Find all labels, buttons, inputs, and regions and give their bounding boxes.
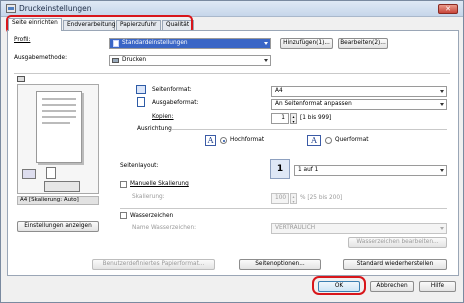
copies-range: [1 bis 999] (300, 115, 332, 121)
output-format-select[interactable]: An Seitenformat anpassen (271, 99, 447, 110)
window-title: Druckeinstellungen (19, 4, 92, 13)
watermark-name-value: VERTRAULICH (275, 225, 316, 231)
divider (14, 73, 450, 74)
divider (120, 208, 447, 209)
profile-doc-icon (113, 40, 119, 47)
landscape-icon: A (307, 135, 321, 146)
landscape-label: Querformat (335, 137, 369, 143)
page-layout-value: 1 auf 1 (298, 167, 319, 173)
copies-input[interactable]: 1 (271, 113, 289, 124)
chevron-down-icon (440, 103, 444, 106)
page-options-button[interactable]: Seitenoptionen... (239, 259, 321, 270)
page-layout-select[interactable]: 1 auf 1 (294, 165, 447, 176)
profile-edit-button[interactable]: Bearbeiten(2)... (338, 38, 388, 49)
scaling-label: Skalierung: (132, 194, 165, 200)
profile-label: Profil: (14, 37, 31, 43)
scaling-input[interactable]: 100 (271, 193, 289, 204)
custom-paper-size-button[interactable]: Benutzerdefiniertes Papierformat... (92, 259, 215, 270)
landscape-radio[interactable] (325, 137, 332, 144)
manual-scaling-label: Manuelle Skalierung (130, 181, 189, 187)
restore-defaults-button[interactable]: Standard wiederherstellen (343, 259, 447, 270)
page-format-label: Seitenformat: (152, 87, 192, 93)
printer-preview-icon (22, 169, 36, 179)
preview-caption: A4 [Skalierung: Auto] (17, 196, 99, 205)
output-format-label: Ausgabeformat: (152, 100, 199, 106)
copies-label: Kopien: (152, 114, 174, 120)
page-preview (17, 84, 99, 194)
page-layout-icon: 1 (270, 159, 290, 179)
watermark-name-label: Name Wasserzeichen: (132, 225, 197, 231)
output-method-label: Ausgabemethode: (14, 55, 68, 61)
close-button[interactable]: ✕ (438, 4, 458, 14)
portrait-label: Hochformat (230, 137, 265, 143)
scaling-stepper[interactable]: ▴ ▾ (290, 193, 297, 204)
page-layout-label: Seitenlayout: (120, 163, 159, 169)
show-settings-button[interactable]: Einstellungen anzeigen (17, 221, 99, 232)
watermark-name-select[interactable]: VERTRAULICH (271, 223, 447, 234)
ok-highlight-annotation (312, 276, 366, 295)
print-settings-dialog: Druckeinstellungen ✕ Seite einrichten En… (0, 0, 464, 303)
output-format-icon (137, 97, 145, 107)
printer-icon (6, 4, 16, 13)
preview-toggle-icon[interactable] (17, 76, 25, 82)
tab-page-setup[interactable]: Seite einrichten (8, 18, 62, 31)
watermark-label: Wasserzeichen (130, 213, 174, 219)
chevron-down-icon (264, 42, 268, 45)
profile-select[interactable]: Standardeinstellungen (109, 38, 271, 49)
divider (171, 129, 447, 130)
portrait-radio[interactable] (220, 137, 227, 144)
output-method-value: Drucken (122, 57, 147, 63)
cancel-button[interactable]: Abbrechen (370, 281, 414, 292)
printer-small-icon (112, 58, 119, 63)
edit-watermark-button[interactable]: Wasserzeichen bearbeiten... (348, 237, 447, 248)
paper-path-icon (44, 181, 80, 192)
orientation-label: Ausrichtung (137, 126, 172, 132)
chevron-down-icon (440, 169, 444, 172)
output-format-value: An Seitenformat anpassen (275, 101, 352, 107)
chevron-down-icon (264, 59, 268, 62)
manual-scaling-checkbox[interactable] (120, 181, 127, 188)
help-button[interactable]: Hilfe (419, 281, 456, 292)
portrait-icon: A (205, 135, 216, 146)
scaling-range: % [25 bis 200] (300, 195, 343, 201)
page-format-value: A4 (275, 88, 283, 94)
page-format-select[interactable]: A4 (271, 86, 447, 97)
chevron-down-icon (440, 90, 444, 93)
copies-stepper[interactable]: ▴ ▾ (290, 113, 297, 124)
output-method-select[interactable]: Drucken (109, 55, 271, 66)
preview-page-icon (36, 91, 82, 163)
page-format-icon (136, 85, 146, 94)
watermark-checkbox[interactable] (120, 212, 127, 219)
chevron-down-icon (440, 227, 444, 230)
profile-select-value: Standardeinstellungen (122, 40, 188, 46)
page-stack-icon (46, 167, 56, 179)
profile-add-button[interactable]: Hinzufügen(1)... (280, 38, 333, 49)
